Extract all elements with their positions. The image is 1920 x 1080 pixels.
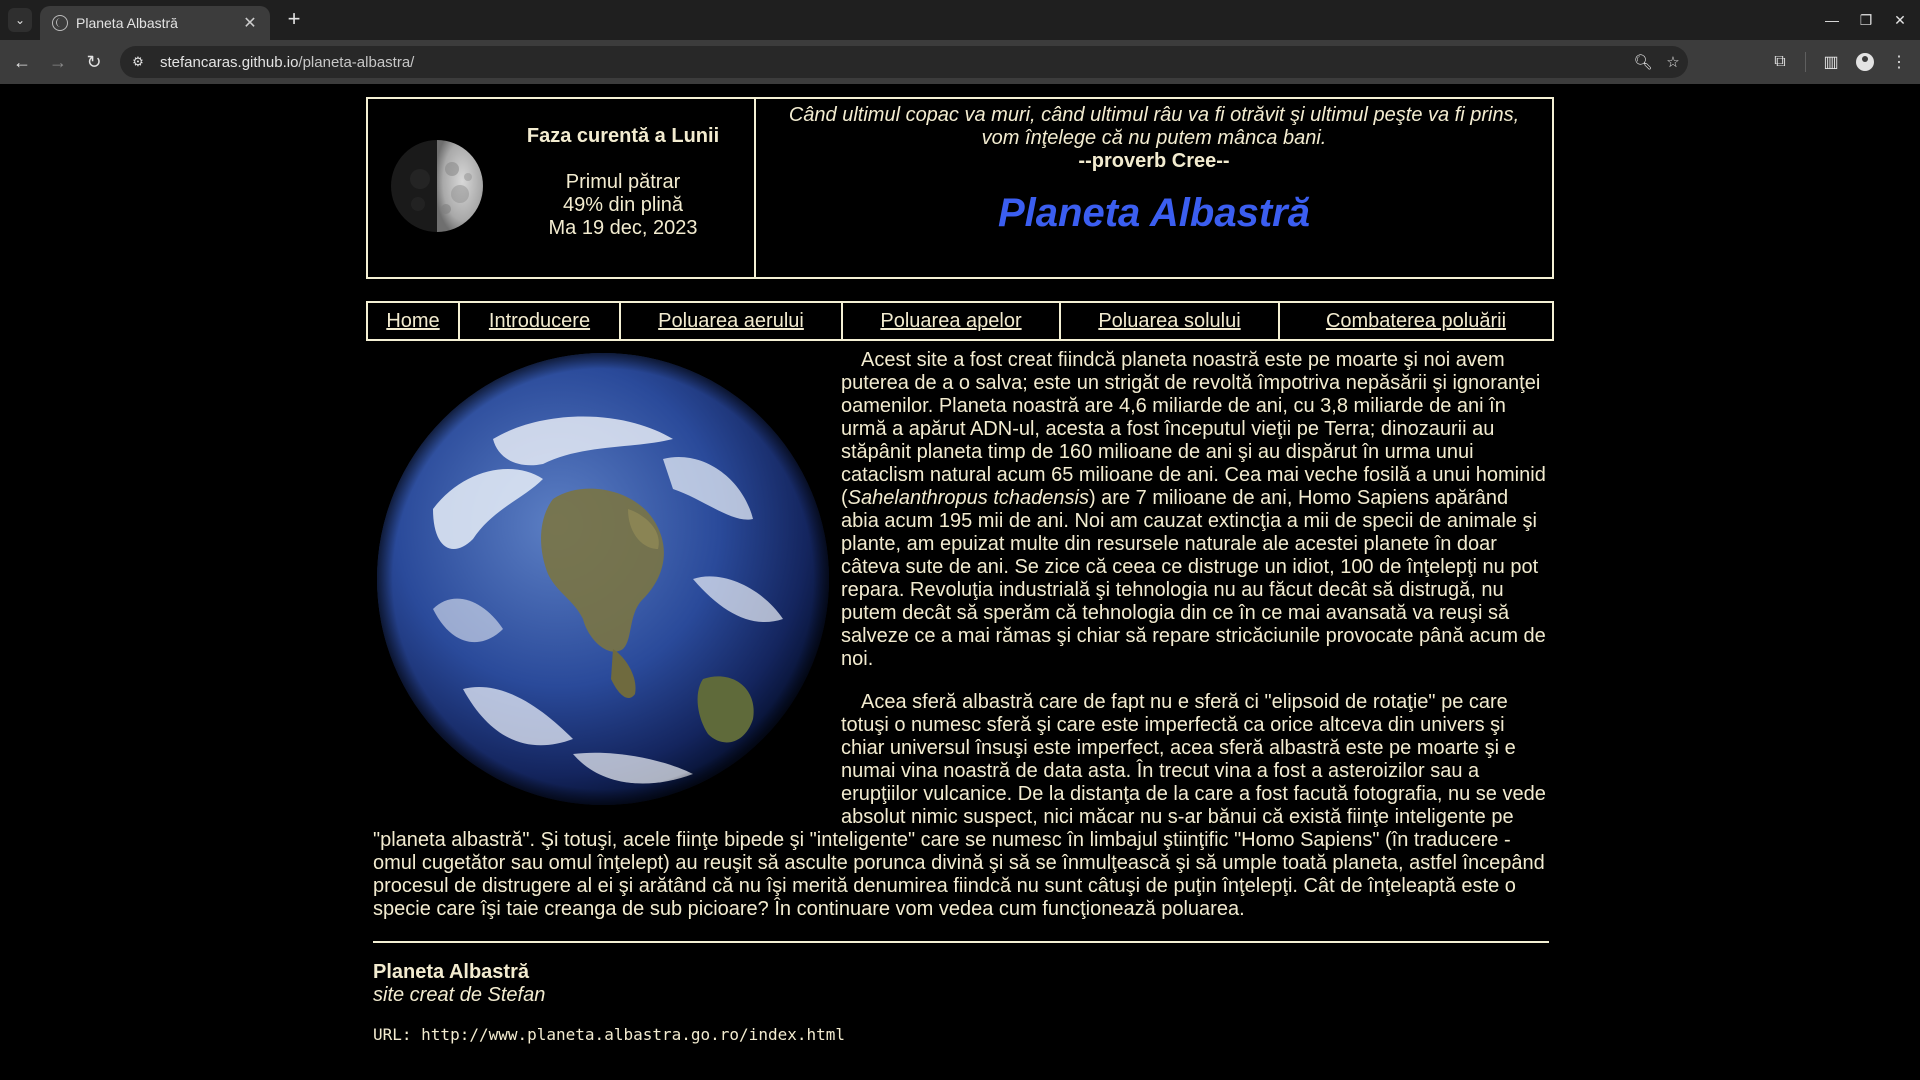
main-nav: Home Introducere Poluarea aerului Poluar… (366, 301, 1554, 341)
close-tab-icon[interactable]: ✕ (240, 13, 260, 33)
window-controls: — ❐ ✕ (1820, 6, 1912, 34)
globe-icon (52, 15, 68, 31)
url-host: stefancaras.github.io (160, 53, 299, 71)
nav-poluarea-apelor[interactable]: Poluarea apelor (843, 303, 1061, 339)
url-path: /planeta-albastra/ (298, 53, 415, 71)
browser-toolbar: ← → ↻ ⚙ stefancaras.github.io/planeta-al… (0, 40, 1920, 84)
restore-icon[interactable]: ❐ (1854, 6, 1878, 34)
browser-tab-bar: ⌄ Planeta Albastră ✕ + — ❐ ✕ (0, 0, 1920, 40)
nav-combaterea-poluarii[interactable]: Combaterea poluării (1280, 303, 1552, 339)
back-arrow-icon[interactable]: ← (8, 48, 36, 76)
nav-poluarea-solului[interactable]: Poluarea solului (1061, 303, 1280, 339)
nav-home[interactable]: Home (368, 303, 460, 339)
moon-date: Ma 19 dec, 2023 (548, 217, 698, 239)
minimize-icon[interactable]: — (1820, 6, 1844, 34)
quote-cell: Când ultimul copac va muri, când ultimul… (756, 99, 1552, 277)
quote-text: Când ultimul copac va muri, când ultimul… (756, 104, 1552, 150)
main-content: Acest site a fost creat fiindcă planeta … (373, 349, 1549, 1045)
toolbar-divider (1805, 52, 1806, 72)
tab-list-icon[interactable]: ⌄ (8, 8, 32, 32)
site-info-icon[interactable]: ⚙ (126, 50, 150, 74)
footer-divider (373, 941, 1549, 943)
browser-tab[interactable]: Planeta Albastră ✕ (40, 6, 270, 40)
menu-kebab-icon[interactable]: ⋮ (1888, 48, 1910, 76)
moon-phase-name: Primul pătrar (565, 171, 681, 193)
header-table: Faza curentă a Lunii Primul pătrar 49% d… (366, 97, 1554, 279)
p1-species-name: Sahelanthropus tchadensis (847, 487, 1089, 509)
forward-arrow-icon[interactable]: → (44, 48, 72, 76)
moon-title: Faza curentă a Lunii (526, 125, 720, 147)
quote-author: --proverb Cree-- (1078, 150, 1230, 172)
p1-text-b: ) are 7 milioane de ani, Homo Sapiens ap… (841, 487, 1546, 670)
moon-phase-image (390, 139, 484, 233)
close-window-icon[interactable]: ✕ (1888, 6, 1912, 34)
moon-phase-cell: Faza curentă a Lunii Primul pătrar 49% d… (368, 99, 756, 277)
zoom-icon[interactable]: 🔍︎ (1628, 53, 1658, 71)
bookmark-star-icon[interactable]: ☆ (1658, 53, 1688, 71)
p1-text-a: Acest site a fost creat fiindcă planeta … (841, 349, 1546, 509)
footer-url: URL: http://www.planeta.albastra.go.ro/i… (373, 1025, 846, 1044)
profile-avatar-icon[interactable] (1856, 53, 1874, 71)
nav-poluarea-aerului[interactable]: Poluarea aerului (621, 303, 843, 339)
page-viewport: Faza curentă a Lunii Primul pătrar 49% d… (0, 84, 1920, 1080)
footer-subtitle: site creat de Stefan (373, 984, 546, 1006)
reload-icon[interactable]: ↻ (80, 48, 108, 76)
quote-line-2: vom înţelege că nu putem mânca bani. (981, 127, 1327, 149)
toolbar-actions: ⧉ ▥ ⋮ (1769, 48, 1910, 76)
footer-title: Planeta Albastră (373, 961, 529, 983)
extensions-icon[interactable]: ⧉ (1769, 48, 1791, 76)
url-text[interactable]: stefancaras.github.io/planeta-albastra/ (160, 54, 1628, 71)
address-bar[interactable]: ⚙ stefancaras.github.io/planeta-albastra… (120, 46, 1688, 78)
site-title: Planeta Albastră (998, 191, 1310, 235)
side-panel-icon[interactable]: ▥ (1820, 48, 1842, 76)
moon-illumination: 49% din plină (562, 194, 684, 216)
tab-title: Planeta Albastră (76, 15, 178, 31)
moon-info: Faza curentă a Lunii Primul pătrar 49% d… (518, 125, 728, 240)
quote-line-1: Când ultimul copac va muri, când ultimul… (788, 104, 1520, 126)
nav-introducere[interactable]: Introducere (460, 303, 621, 339)
earth-image (373, 349, 833, 809)
new-tab-icon[interactable]: + (282, 8, 306, 32)
